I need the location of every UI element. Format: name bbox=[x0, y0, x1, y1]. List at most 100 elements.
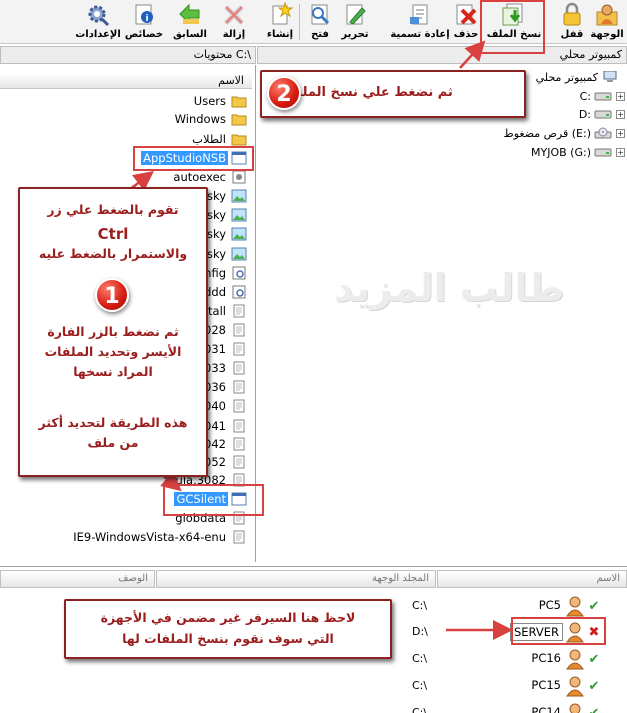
expand-toggle-icon[interactable]: + bbox=[616, 91, 625, 101]
folder-icon bbox=[231, 114, 247, 126]
tree-item-label: C: bbox=[579, 89, 591, 103]
file-row[interactable]: sky bbox=[205, 225, 247, 243]
destination-folder: C:\ bbox=[412, 706, 428, 713]
tree-item[interactable]: C: + bbox=[580, 87, 625, 105]
file-name: IE9-WindowsVista-x64-enu bbox=[73, 530, 226, 544]
file-name: Users bbox=[193, 94, 226, 108]
checkmark-icon[interactable]: ✔ bbox=[587, 706, 601, 713]
expand-toggle-icon[interactable]: + bbox=[616, 128, 625, 138]
lock-button[interactable]: قفل bbox=[557, 0, 587, 44]
step1-badge: 1 bbox=[95, 278, 129, 312]
image-file-icon bbox=[231, 189, 247, 203]
step1-line7: من ملف bbox=[87, 435, 139, 450]
folder-icon bbox=[231, 134, 247, 146]
file-row[interactable]: sky bbox=[205, 206, 247, 224]
remove-button[interactable]: إزالة bbox=[217, 0, 251, 44]
computer-name: PC15 bbox=[531, 678, 561, 692]
dest-folder-column-header[interactable]: المجلد الوجهة bbox=[156, 570, 436, 588]
text-file-icon bbox=[233, 419, 245, 433]
file-row[interactable]: nfig bbox=[202, 264, 247, 282]
back-label: السابق bbox=[173, 29, 207, 40]
file-row[interactable]: 041 bbox=[202, 417, 247, 435]
file-row[interactable]: 042 bbox=[202, 435, 247, 453]
tree-item[interactable]: كمبيوتر محلي bbox=[536, 68, 623, 86]
destination-folder: D:\ bbox=[412, 625, 428, 638]
appstudio-highlight bbox=[133, 146, 254, 171]
checkmark-icon[interactable]: ✔ bbox=[587, 679, 601, 694]
rename-icon bbox=[410, 4, 428, 25]
image-file-icon bbox=[231, 247, 247, 261]
destination-folder: C:\ bbox=[412, 679, 428, 692]
left-pane-header: محتويات C:\ bbox=[0, 46, 256, 64]
expand-toggle-icon[interactable]: + bbox=[616, 109, 625, 119]
file-name: sky bbox=[206, 208, 226, 222]
file-row[interactable]: 036 bbox=[202, 378, 247, 396]
file-row[interactable]: 031 bbox=[202, 340, 247, 358]
settings-label: الإعدادات bbox=[75, 29, 121, 40]
text-file-icon bbox=[233, 380, 245, 394]
tree-item[interactable]: D: + bbox=[579, 105, 625, 123]
destination-row[interactable]: C:\ PC15 ✔ bbox=[0, 673, 627, 699]
step1-line6: هذه الطريقة لتحديد أكثر bbox=[38, 415, 188, 430]
text-file-icon bbox=[233, 399, 245, 413]
checkmark-icon[interactable]: ✔ bbox=[587, 599, 601, 614]
destination-row[interactable]: C:\ PC14 ✔ bbox=[0, 700, 627, 713]
back-button[interactable]: السابق bbox=[170, 0, 210, 44]
edit-button[interactable]: تحرير bbox=[338, 0, 372, 44]
file-row[interactable]: 040 bbox=[202, 397, 247, 415]
open-icon bbox=[311, 4, 330, 25]
step1-line4: الأيسر وتحديد الملفات bbox=[44, 344, 182, 359]
settings-icon bbox=[88, 5, 110, 26]
edit-label: تحرير bbox=[341, 29, 369, 40]
settings-button[interactable]: الإعدادات bbox=[74, 0, 122, 44]
file-row[interactable]: sky bbox=[205, 187, 247, 205]
lock-label: قفل bbox=[560, 29, 584, 40]
file-row[interactable]: Windows bbox=[173, 110, 247, 128]
text-file-icon bbox=[233, 530, 245, 544]
lock-icon bbox=[563, 2, 581, 26]
text-file-icon bbox=[233, 342, 245, 356]
tree-item[interactable]: قرص مضغوط (E:) + bbox=[504, 124, 625, 142]
drive-icon bbox=[594, 110, 612, 119]
open-button[interactable]: فتح bbox=[305, 0, 335, 44]
file-row[interactable]: 033 bbox=[202, 359, 247, 377]
file-row[interactable]: 028 bbox=[202, 321, 247, 339]
file-row[interactable]: Users bbox=[192, 92, 247, 110]
batch-file-icon bbox=[232, 170, 246, 184]
tree-item-label: D: bbox=[578, 107, 591, 121]
name-column-header[interactable]: الاسم bbox=[0, 73, 252, 89]
drive-icon bbox=[594, 92, 612, 101]
expand-toggle-icon[interactable]: + bbox=[616, 147, 625, 157]
folder-icon bbox=[231, 96, 247, 108]
back-icon bbox=[179, 3, 200, 25]
new-button[interactable]: إنشاء bbox=[263, 0, 297, 44]
edit-icon bbox=[346, 4, 366, 25]
destination-button[interactable]: الوجهة bbox=[589, 0, 625, 44]
tree-item[interactable]: MYJOB (G:) + bbox=[531, 143, 625, 161]
toolbar-separator bbox=[299, 4, 300, 40]
dest-name-column-header[interactable]: الاسم bbox=[437, 570, 627, 588]
image-file-icon bbox=[231, 227, 247, 241]
file-row[interactable]: sky bbox=[205, 245, 247, 263]
text-file-icon bbox=[233, 304, 245, 318]
rename-button[interactable]: إعادة تسمية bbox=[390, 0, 450, 44]
destination-folder: C:\ bbox=[412, 652, 428, 665]
user-folder-icon bbox=[596, 4, 618, 26]
text-file-icon bbox=[233, 455, 245, 469]
dest-description-column-header[interactable]: الوصف bbox=[0, 570, 155, 588]
text-file-icon bbox=[233, 361, 245, 375]
step1-line3: ثم نضغط بالزر الفارة bbox=[47, 324, 179, 339]
step1-line5: المراد نسخها bbox=[73, 364, 153, 379]
properties-button[interactable]: i خصائص bbox=[124, 0, 164, 44]
delete-button[interactable]: حذف bbox=[449, 0, 483, 44]
step2-badge: 2 bbox=[267, 76, 301, 110]
right-pane-header: كمبيوتر محلي bbox=[257, 46, 627, 64]
tree-item-label: كمبيوتر محلي bbox=[535, 70, 598, 84]
watermark: طالب المزيد bbox=[334, 266, 565, 310]
file-name: sky bbox=[206, 227, 226, 241]
step1-callout: تقوم بالضغط علي زر Ctrl والاستمرار بالضغ… bbox=[18, 187, 208, 477]
gcsilent-highlight bbox=[163, 484, 264, 516]
checkmark-icon[interactable]: ✔ bbox=[587, 652, 601, 667]
file-row[interactable]: IE9-WindowsVista-x64-enu bbox=[71, 528, 247, 546]
text-file-icon bbox=[233, 437, 245, 451]
